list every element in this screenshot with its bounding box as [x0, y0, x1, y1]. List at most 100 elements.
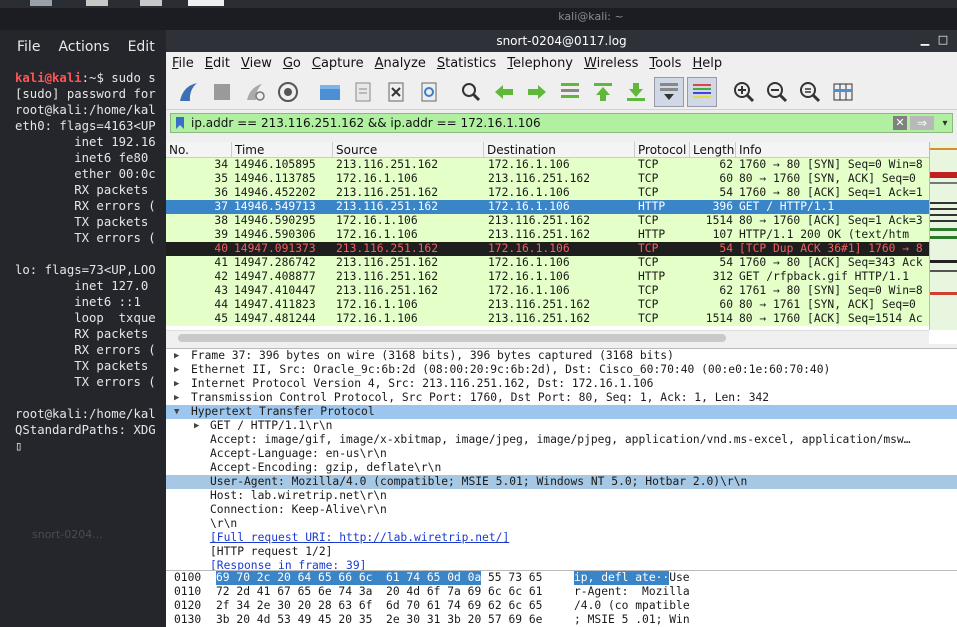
packet-row[interactable]: 43 14947.410447 213.116.251.162 172.16.1.10…: [166, 284, 957, 298]
packet-row[interactable]: 40 14947.091373 213.116.251.162 172.16.1.10…: [166, 242, 957, 256]
taskbar-item[interactable]: [86, 0, 108, 6]
zoom-out-icon[interactable]: [762, 77, 792, 107]
expand-arrow-icon[interactable]: ▶: [174, 349, 179, 363]
resize-columns-icon[interactable]: [828, 77, 858, 107]
packet-row[interactable]: 34 14946.105895 213.116.251.162 172.16.1.10…: [166, 158, 957, 172]
bytes-row[interactable]: 0110 72 2d 41 67 65 6e 74 3a 20 4d 6f 7a …: [166, 585, 957, 599]
menu-wireless[interactable]: Wireless: [584, 56, 638, 71]
stop-icon[interactable]: [207, 77, 237, 107]
packet-details-pane[interactable]: ▶ Frame 37: 396 bytes on wire (3168 bits)…: [166, 348, 957, 570]
go-back-icon[interactable]: [489, 77, 519, 107]
shark-fin-icon[interactable]: [174, 77, 204, 107]
expand-arrow-icon[interactable]: ▶: [194, 419, 199, 433]
detail-tree-item[interactable]: [Response in frame: 39]: [166, 559, 957, 570]
go-last-icon[interactable]: [621, 77, 651, 107]
menu-help[interactable]: Help: [692, 56, 722, 71]
go-to-packet-icon[interactable]: [555, 77, 585, 107]
detail-tree-item[interactable]: [HTTP request 1/2]: [166, 545, 957, 559]
detail-tree-item[interactable]: Connection: Keep-Alive\r\n: [166, 503, 957, 517]
bytes-row[interactable]: 0130 3b 20 4d 53 49 45 20 35 2e 30 31 3b …: [166, 613, 957, 627]
scrollbar-thumb[interactable]: [178, 334, 726, 342]
packet-list[interactable]: No. Time Source Destination Protocol Len…: [166, 142, 957, 344]
zoom-reset-icon[interactable]: [795, 77, 825, 107]
column-header-destination[interactable]: Destination: [484, 142, 635, 157]
collapse-arrow-icon[interactable]: ▼: [174, 405, 179, 419]
packet-row[interactable]: 38 14946.590295 172.16.1.106 213.116.251.16…: [166, 214, 957, 228]
menu-go[interactable]: Go: [283, 56, 301, 71]
detail-tree-item[interactable]: User-Agent: Mozilla/4.0 (compatible; MSI…: [166, 475, 957, 489]
packet-row[interactable]: 39 14946.590306 172.16.1.106 213.116.251.16…: [166, 228, 957, 242]
bytes-row[interactable]: 0120 2f 34 2e 30 20 28 63 6f 6d 70 61 74 …: [166, 599, 957, 613]
expand-arrow-icon[interactable]: ▶: [174, 377, 179, 391]
apply-filter-icon[interactable]: ⇒: [910, 116, 934, 130]
detail-tree-item[interactable]: Host: lab.wiretrip.net\r\n: [166, 489, 957, 503]
packet-cell-info: HTTP/1.1 200 OK (text/htm: [739, 228, 910, 241]
detail-tree-item[interactable]: ▼ Hypertext Transfer Protocol: [166, 405, 957, 419]
options-gear-icon[interactable]: [273, 77, 303, 107]
close-file-icon[interactable]: [381, 77, 411, 107]
reload-icon[interactable]: [414, 77, 444, 107]
detail-tree-item[interactable]: Accept: image/gif, image/x-xbitmap, imag…: [166, 433, 957, 447]
bytes-row[interactable]: 0100 69 70 2c 20 64 65 66 6c 61 74 65 0d …: [166, 571, 957, 585]
taskbar-item[interactable]: [30, 0, 52, 6]
packet-cell-len: 54: [719, 242, 733, 255]
packet-row[interactable]: 44 14947.411823 172.16.1.106 213.116.251.16…: [166, 298, 957, 312]
save-file-icon[interactable]: [348, 77, 378, 107]
packet-bytes-pane[interactable]: 0100 69 70 2c 20 64 65 66 6c 61 74 65 0d …: [166, 570, 957, 627]
terminal-window[interactable]: File Actions Edit kali@kali:~$ sudo s [su…: [0, 30, 166, 627]
terminal-menu-file[interactable]: File: [17, 39, 40, 55]
expand-arrow-icon[interactable]: ▶: [174, 391, 179, 405]
packet-minimap[interactable]: [929, 142, 957, 330]
display-filter-text[interactable]: ip.addr == 213.116.251.162 && ip.addr ==…: [189, 116, 893, 130]
packet-row[interactable]: 41 14947.286742 213.116.251.162 172.16.1.10…: [166, 256, 957, 270]
detail-tree-item[interactable]: ▶ GET / HTTP/1.1\r\n: [166, 419, 957, 433]
column-header-info[interactable]: Info: [736, 142, 928, 157]
column-header-no[interactable]: No.: [166, 142, 232, 157]
menu-edit[interactable]: Edit: [205, 56, 230, 71]
restart-icon[interactable]: [240, 77, 270, 107]
detail-tree-item[interactable]: ▶ Frame 37: 396 bytes on wire (3168 bits)…: [166, 349, 957, 363]
go-first-icon[interactable]: [588, 77, 618, 107]
find-icon[interactable]: [456, 77, 486, 107]
detail-tree-item[interactable]: ▶ Internet Protocol Version 4, Src: 213.1…: [166, 377, 957, 391]
clear-filter-icon[interactable]: ✕: [893, 116, 907, 130]
expand-arrow-icon[interactable]: ▶: [174, 363, 179, 377]
colorize-icon[interactable]: [687, 76, 717, 107]
packet-row[interactable]: 35 14946.113785 172.16.1.106 213.116.251.16…: [166, 172, 957, 186]
horizontal-scrollbar[interactable]: [166, 330, 929, 344]
menu-analyze[interactable]: Analyze: [375, 56, 426, 71]
autoscroll-icon[interactable]: [654, 76, 684, 107]
taskbar-item[interactable]: [140, 0, 162, 6]
open-folder-icon[interactable]: [315, 77, 345, 107]
column-header-time[interactable]: Time: [232, 142, 333, 157]
detail-tree-item[interactable]: [Full request URI: http://lab.wiretrip.n…: [166, 531, 957, 545]
menu-statistics[interactable]: Statistics: [437, 56, 496, 71]
taskbar-item-active[interactable]: [188, 0, 224, 6]
terminal-menu-edit[interactable]: Edit: [128, 39, 155, 55]
menu-view[interactable]: View: [241, 56, 272, 71]
detail-tree-item[interactable]: Accept-Language: en-us\r\n: [166, 447, 957, 461]
zoom-in-icon[interactable]: [729, 77, 759, 107]
bookmark-icon[interactable]: [171, 114, 189, 132]
detail-tree-item[interactable]: Accept-Encoding: gzip, deflate\r\n: [166, 461, 957, 475]
column-header-protocol[interactable]: Protocol: [635, 142, 690, 157]
detail-tree-item[interactable]: ▶ Ethernet II, Src: Oracle_9c:6b:2d (08:0…: [166, 363, 957, 377]
maximize-icon[interactable]: □: [937, 34, 949, 46]
packet-row[interactable]: 37 14946.549713 213.116.251.162 172.16.1.10…: [166, 200, 957, 214]
filter-history-dropdown-icon[interactable]: ▾: [938, 118, 952, 129]
menu-telephony[interactable]: Telephony: [507, 56, 573, 71]
terminal-menu-actions[interactable]: Actions: [58, 39, 109, 55]
minimize-icon[interactable]: ▁: [919, 34, 931, 46]
go-forward-icon[interactable]: [522, 77, 552, 107]
column-header-length[interactable]: Length: [690, 142, 736, 157]
display-filter-input[interactable]: ip.addr == 213.116.251.162 && ip.addr ==…: [170, 113, 953, 133]
detail-tree-item[interactable]: ▶ Transmission Control Protocol, Src Port…: [166, 391, 957, 405]
detail-tree-item[interactable]: \r\n: [166, 517, 957, 531]
packet-row[interactable]: 36 14946.452202 213.116.251.162 172.16.1.10…: [166, 186, 957, 200]
menu-capture[interactable]: Capture: [312, 56, 364, 71]
column-header-source[interactable]: Source: [333, 142, 484, 157]
menu-tools[interactable]: Tools: [649, 56, 681, 71]
packet-row[interactable]: 42 14947.408877 213.116.251.162 172.16.1.10…: [166, 270, 957, 284]
menu-file[interactable]: File: [172, 56, 194, 71]
packet-row[interactable]: 45 14947.481244 172.16.1.106 213.116.251.16…: [166, 312, 957, 326]
